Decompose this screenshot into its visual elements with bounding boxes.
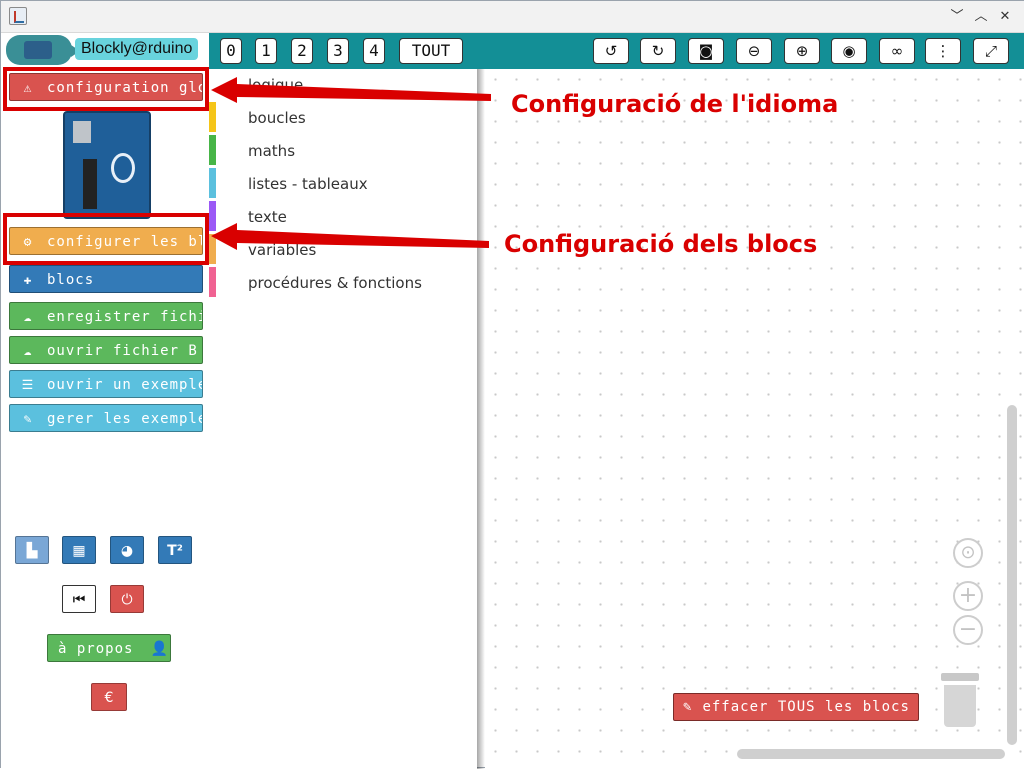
- annotation-label-blocks: Configuració dels blocs: [504, 230, 818, 258]
- app-window: ﹀ ︿ ✕ Blockly@rduino ⚠configuration glob…: [0, 0, 1024, 769]
- annotation-label-language: Configuració de l'idioma: [511, 90, 839, 118]
- arrow-language: [211, 77, 491, 103]
- arrow-blocks: [211, 223, 489, 250]
